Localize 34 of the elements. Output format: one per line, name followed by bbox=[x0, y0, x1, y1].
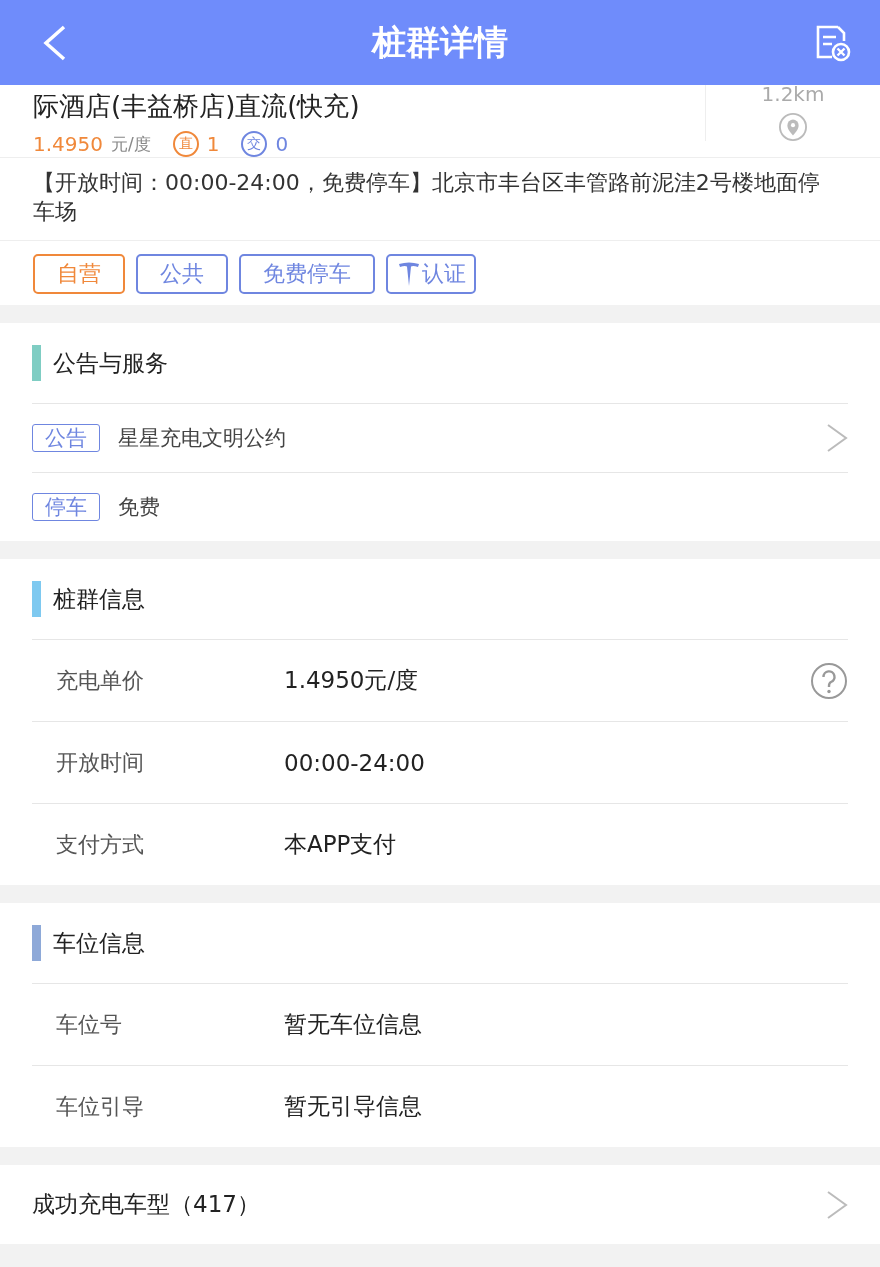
ac-icon: 交 bbox=[241, 131, 268, 157]
price-unit: 元/度 bbox=[111, 132, 151, 156]
category-label: 公告 bbox=[32, 424, 100, 452]
field-value: 暂无车位信息 bbox=[284, 1010, 423, 1039]
station-address: 【开放时间：00:00-24:00，免费停车】北京市丰台区丰管路前泥洼2号楼地面停车场 bbox=[0, 158, 880, 241]
field-value: 1.4950元/度 bbox=[284, 666, 420, 695]
tag: 公共 bbox=[136, 254, 228, 294]
help-icon[interactable] bbox=[810, 661, 848, 700]
field-label: 车位引导 bbox=[56, 1092, 145, 1121]
category-label: 停车 bbox=[32, 493, 100, 521]
tag: 认证 bbox=[386, 254, 476, 294]
field-label: 开放时间 bbox=[56, 748, 145, 777]
notice-text: 免费 bbox=[118, 494, 161, 521]
field-label: 充电单价 bbox=[56, 666, 145, 695]
notice-text: 星星充电文明公约 bbox=[118, 425, 287, 452]
field-label: 支付方式 bbox=[56, 830, 145, 859]
section-title: 公告与服务 bbox=[53, 348, 168, 378]
dc-count: 1 bbox=[206, 132, 220, 156]
location-pin-icon[interactable] bbox=[776, 113, 810, 141]
section-title: 车位信息 bbox=[53, 928, 145, 958]
chevron-right-icon bbox=[826, 1189, 848, 1220]
ac-count: 0 bbox=[275, 132, 289, 156]
tag: 自营 bbox=[33, 254, 125, 294]
station-name: 际酒店(丰益桥店)直流(快充) bbox=[33, 91, 361, 121]
section-title: 桩群信息 bbox=[53, 584, 145, 614]
tag: 免费停车 bbox=[239, 254, 375, 294]
field-value: 00:00-24:00 bbox=[284, 749, 426, 776]
distance: 1.2km bbox=[761, 85, 825, 103]
price: 1.4950 bbox=[33, 132, 103, 156]
field-value: 暂无引导信息 bbox=[284, 1092, 423, 1121]
dc-icon: 直 bbox=[172, 131, 199, 157]
field-label: 车位号 bbox=[56, 1010, 123, 1039]
page-title: 桩群详情 bbox=[372, 20, 508, 64]
field-value: 本APP支付 bbox=[284, 830, 398, 859]
